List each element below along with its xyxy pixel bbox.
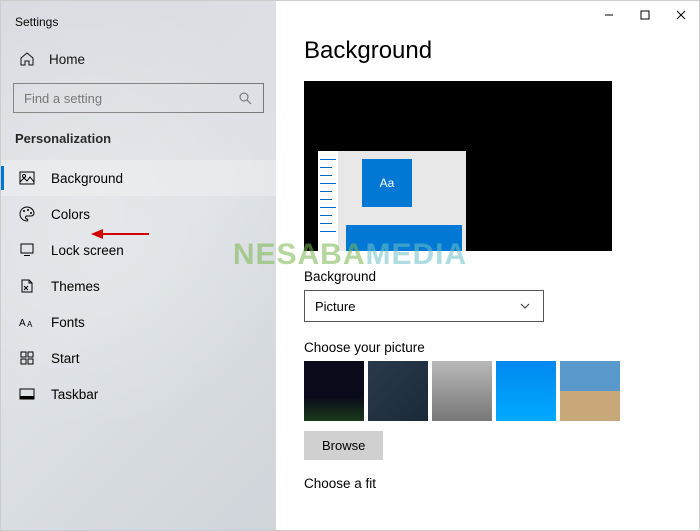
taskbar-icon [19, 386, 35, 402]
home-icon [19, 51, 35, 67]
settings-window: Settings Home Find a setting Personaliza… [0, 0, 700, 531]
home-button[interactable]: Home [1, 43, 276, 75]
background-preview: Aa [304, 81, 612, 251]
nav-item-fonts[interactable]: AA Fonts [1, 304, 276, 340]
preview-ruler [318, 151, 338, 251]
home-label: Home [49, 52, 85, 67]
arrow-annotation [91, 226, 151, 247]
background-label: Background [304, 269, 671, 284]
preview-window: Aa [318, 151, 466, 251]
svg-text:A: A [27, 320, 33, 329]
app-title: Settings [1, 11, 276, 43]
page-title: Background [304, 37, 671, 65]
search-input[interactable]: Find a setting [13, 83, 264, 113]
titlebar [591, 1, 699, 29]
search-icon [237, 90, 253, 106]
svg-text:A: A [19, 318, 26, 329]
choose-picture-label: Choose your picture [304, 340, 671, 355]
minimize-button[interactable] [591, 1, 627, 29]
maximize-button[interactable] [627, 1, 663, 29]
category-header: Personalization [1, 127, 276, 160]
picture-thumb[interactable] [368, 361, 428, 421]
nav-item-themes[interactable]: Themes [1, 268, 276, 304]
nav-item-background[interactable]: Background [1, 160, 276, 196]
chevron-down-icon [517, 298, 533, 314]
picture-thumb[interactable] [496, 361, 556, 421]
nav-label: Start [51, 351, 80, 366]
nav-item-taskbar[interactable]: Taskbar [1, 376, 276, 412]
close-button[interactable] [663, 1, 699, 29]
themes-icon [19, 278, 35, 294]
nav-label: Fonts [51, 315, 85, 330]
nav-label: Background [51, 171, 123, 186]
picture-icon [19, 170, 35, 186]
preview-taskbar [346, 225, 462, 251]
palette-icon [19, 206, 35, 222]
dropdown-value: Picture [315, 299, 355, 314]
nav-label: Taskbar [51, 387, 98, 402]
picture-thumb[interactable] [560, 361, 620, 421]
main-content: Background Aa Background Picture Choose … [276, 1, 699, 530]
nav-label: Colors [51, 207, 90, 222]
browse-button[interactable]: Browse [304, 431, 383, 460]
nav-label: Themes [51, 279, 100, 294]
choose-fit-label: Choose a fit [304, 476, 671, 491]
fonts-icon: AA [19, 314, 35, 330]
start-icon [19, 350, 35, 366]
picture-thumb[interactable] [304, 361, 364, 421]
picture-thumb[interactable] [432, 361, 492, 421]
lockscreen-icon [19, 242, 35, 258]
picture-thumbnails [304, 361, 671, 421]
search-placeholder: Find a setting [24, 91, 102, 106]
background-dropdown[interactable]: Picture [304, 290, 544, 322]
nav-item-start[interactable]: Start [1, 340, 276, 376]
sidebar: Settings Home Find a setting Personaliza… [1, 1, 276, 530]
preview-sample-text: Aa [362, 159, 412, 207]
